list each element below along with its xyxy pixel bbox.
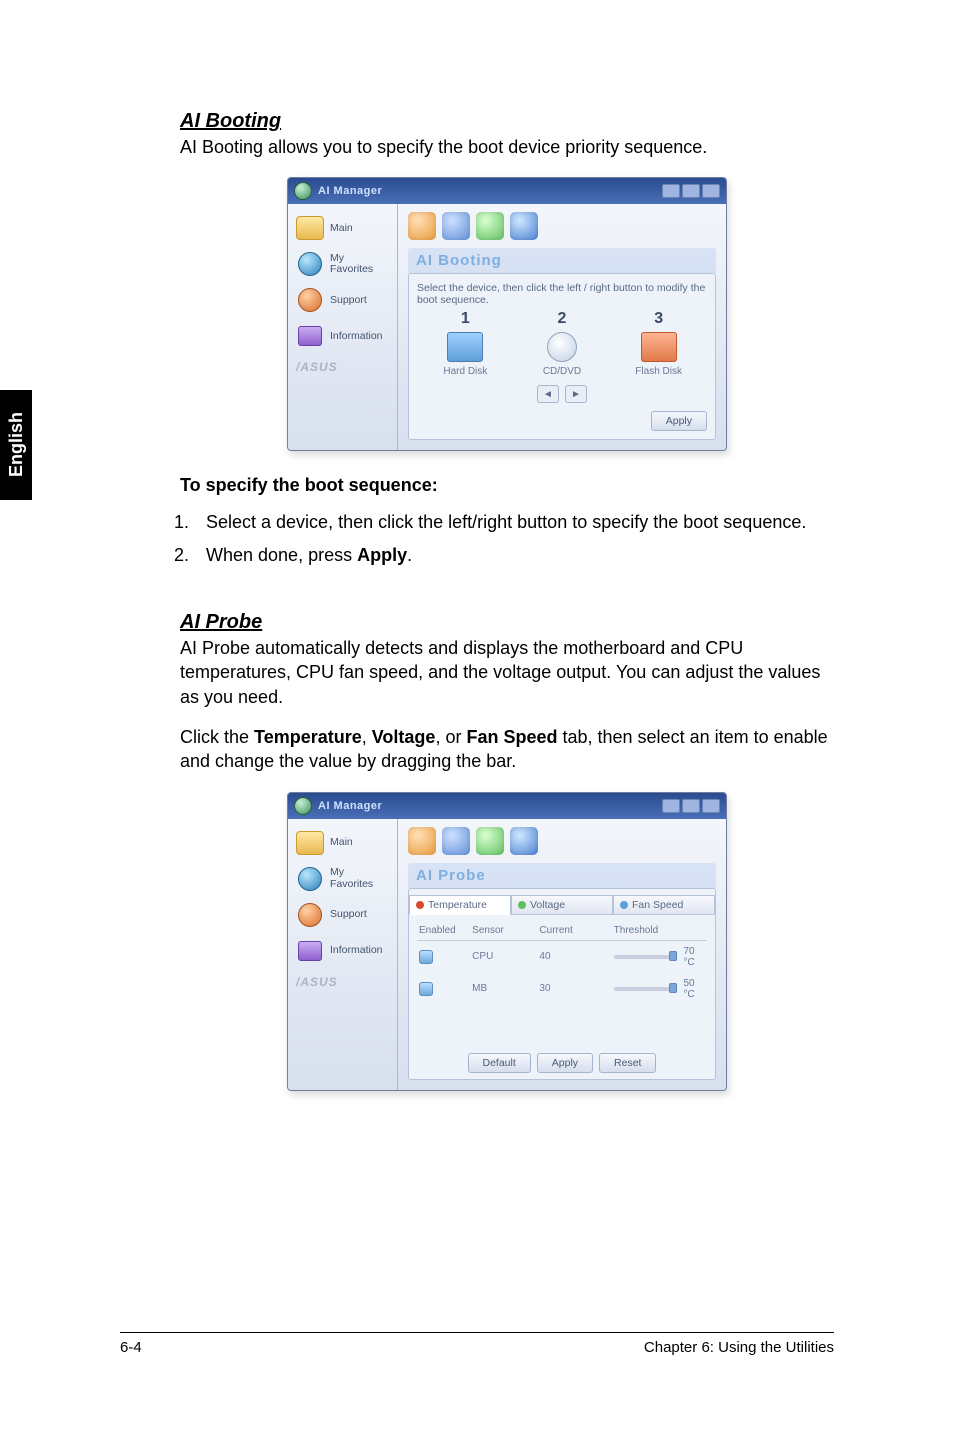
sidebar-item-support[interactable]: Support bbox=[292, 282, 393, 318]
right-arrow-button[interactable]: ► bbox=[565, 385, 587, 403]
maximize-button[interactable] bbox=[682, 184, 700, 198]
checkbox-1[interactable] bbox=[419, 950, 433, 964]
section2-intro: AI Probe automatically detects and displ… bbox=[180, 636, 834, 709]
clock-icon bbox=[298, 867, 322, 891]
sidebar-2: Main My Favorites Support Information /A… bbox=[288, 819, 398, 1090]
brand-label-2: /ASUS bbox=[292, 969, 393, 993]
toolbar-btn-2[interactable] bbox=[442, 212, 470, 240]
folder-icon bbox=[296, 831, 324, 855]
checkbox-2[interactable] bbox=[419, 982, 433, 996]
support-icon bbox=[298, 903, 322, 927]
tab-voltage[interactable]: Voltage bbox=[511, 895, 613, 915]
apply-button-2[interactable]: Apply bbox=[537, 1053, 593, 1073]
info-icon bbox=[298, 941, 322, 961]
page-footer: 6-4 Chapter 6: Using the Utilities bbox=[120, 1332, 834, 1356]
step-1: Select a device, then click the left/rig… bbox=[194, 506, 834, 538]
sidebar-item-main[interactable]: Main bbox=[292, 210, 393, 246]
minimize-button[interactable] bbox=[662, 184, 680, 198]
tab-fan-speed[interactable]: Fan Speed bbox=[613, 895, 715, 915]
toolbar bbox=[408, 212, 716, 240]
sidebar-item-information[interactable]: Information bbox=[292, 318, 393, 354]
close-button[interactable] bbox=[702, 184, 720, 198]
step-2: When done, press Apply. bbox=[194, 539, 834, 571]
language-tab-label: English bbox=[6, 412, 27, 477]
sidebar-item-information-2[interactable]: Information bbox=[292, 933, 393, 969]
app-title: AI Manager bbox=[318, 185, 382, 197]
sidebar-item-main-2[interactable]: Main bbox=[292, 825, 393, 861]
boot-slot-3[interactable]: 3 Flash Disk bbox=[619, 310, 699, 377]
temperature-icon bbox=[416, 901, 424, 909]
toolbar-btn-3[interactable] bbox=[476, 212, 504, 240]
probe-row-1: CPU 40 70 °C bbox=[417, 941, 707, 973]
reset-button[interactable]: Reset bbox=[599, 1053, 656, 1073]
section2-instruction: Click the Temperature, Voltage, or Fan S… bbox=[180, 725, 834, 774]
maximize-button-2[interactable] bbox=[682, 799, 700, 813]
panel-title: AI Booting bbox=[408, 248, 716, 273]
flash-disk-icon bbox=[641, 332, 677, 362]
toolbar-btn-4[interactable] bbox=[510, 212, 538, 240]
subhead-boot-sequence: To specify the boot sequence: bbox=[180, 475, 834, 496]
left-arrow-button[interactable]: ◄ bbox=[537, 385, 559, 403]
panel-title-2: AI Probe bbox=[408, 863, 716, 888]
page-number: 6-4 bbox=[120, 1339, 142, 1356]
sidebar-item-favorites-2[interactable]: My Favorites bbox=[292, 861, 393, 897]
section1-intro: AI Booting allows you to specify the boo… bbox=[180, 135, 834, 159]
language-tab: English bbox=[0, 390, 32, 500]
sidebar-item-support-2[interactable]: Support bbox=[292, 897, 393, 933]
toolbar-2 bbox=[408, 827, 716, 855]
section-heading-ai-probe: AI Probe bbox=[180, 611, 834, 634]
screenshot-ai-booting: AI Manager Main My Favorites Support Inf… bbox=[180, 177, 834, 451]
app-window-2: AI Manager Main My Favorites Support Inf… bbox=[287, 792, 727, 1091]
toolbar-btn-4b[interactable] bbox=[510, 827, 538, 855]
toolbar-btn-3b[interactable] bbox=[476, 827, 504, 855]
panel-instruction: Select the device, then click the left /… bbox=[417, 282, 707, 306]
app-icon-2 bbox=[294, 797, 312, 815]
threshold-slider-1[interactable] bbox=[614, 955, 674, 959]
brand-label: /ASUS bbox=[292, 354, 393, 378]
section-heading-ai-booting: AI Booting bbox=[180, 110, 834, 133]
titlebar-2: AI Manager bbox=[288, 793, 726, 819]
screenshot-ai-probe: AI Manager Main My Favorites Support Inf… bbox=[180, 792, 834, 1091]
toolbar-btn-2b[interactable] bbox=[442, 827, 470, 855]
chapter-label: Chapter 6: Using the Utilities bbox=[644, 1339, 834, 1356]
support-icon bbox=[298, 288, 322, 312]
boot-slot-1[interactable]: 1 Hard Disk bbox=[425, 310, 505, 377]
probe-row-2: MB 30 50 °C bbox=[417, 973, 707, 1005]
tab-temperature[interactable]: Temperature bbox=[409, 895, 511, 915]
hard-disk-icon bbox=[447, 332, 483, 362]
toolbar-btn-1[interactable] bbox=[408, 212, 436, 240]
fan-icon bbox=[620, 901, 628, 909]
app-window: AI Manager Main My Favorites Support Inf… bbox=[287, 177, 727, 451]
folder-icon bbox=[296, 216, 324, 240]
titlebar: AI Manager bbox=[288, 178, 726, 204]
boot-slot-2[interactable]: 2 CD/DVD bbox=[522, 310, 602, 377]
sidebar: Main My Favorites Support Information /A… bbox=[288, 204, 398, 450]
close-button-2[interactable] bbox=[702, 799, 720, 813]
info-icon bbox=[298, 326, 322, 346]
clock-icon bbox=[298, 252, 322, 276]
apply-button[interactable]: Apply bbox=[651, 411, 707, 431]
voltage-icon bbox=[518, 901, 526, 909]
cddvd-icon bbox=[547, 332, 577, 362]
app-icon bbox=[294, 182, 312, 200]
threshold-slider-2[interactable] bbox=[614, 987, 674, 991]
minimize-button-2[interactable] bbox=[662, 799, 680, 813]
app-title-2: AI Manager bbox=[318, 800, 382, 812]
sidebar-item-favorites[interactable]: My Favorites bbox=[292, 246, 393, 282]
toolbar-btn-1b[interactable] bbox=[408, 827, 436, 855]
default-button[interactable]: Default bbox=[468, 1053, 531, 1073]
